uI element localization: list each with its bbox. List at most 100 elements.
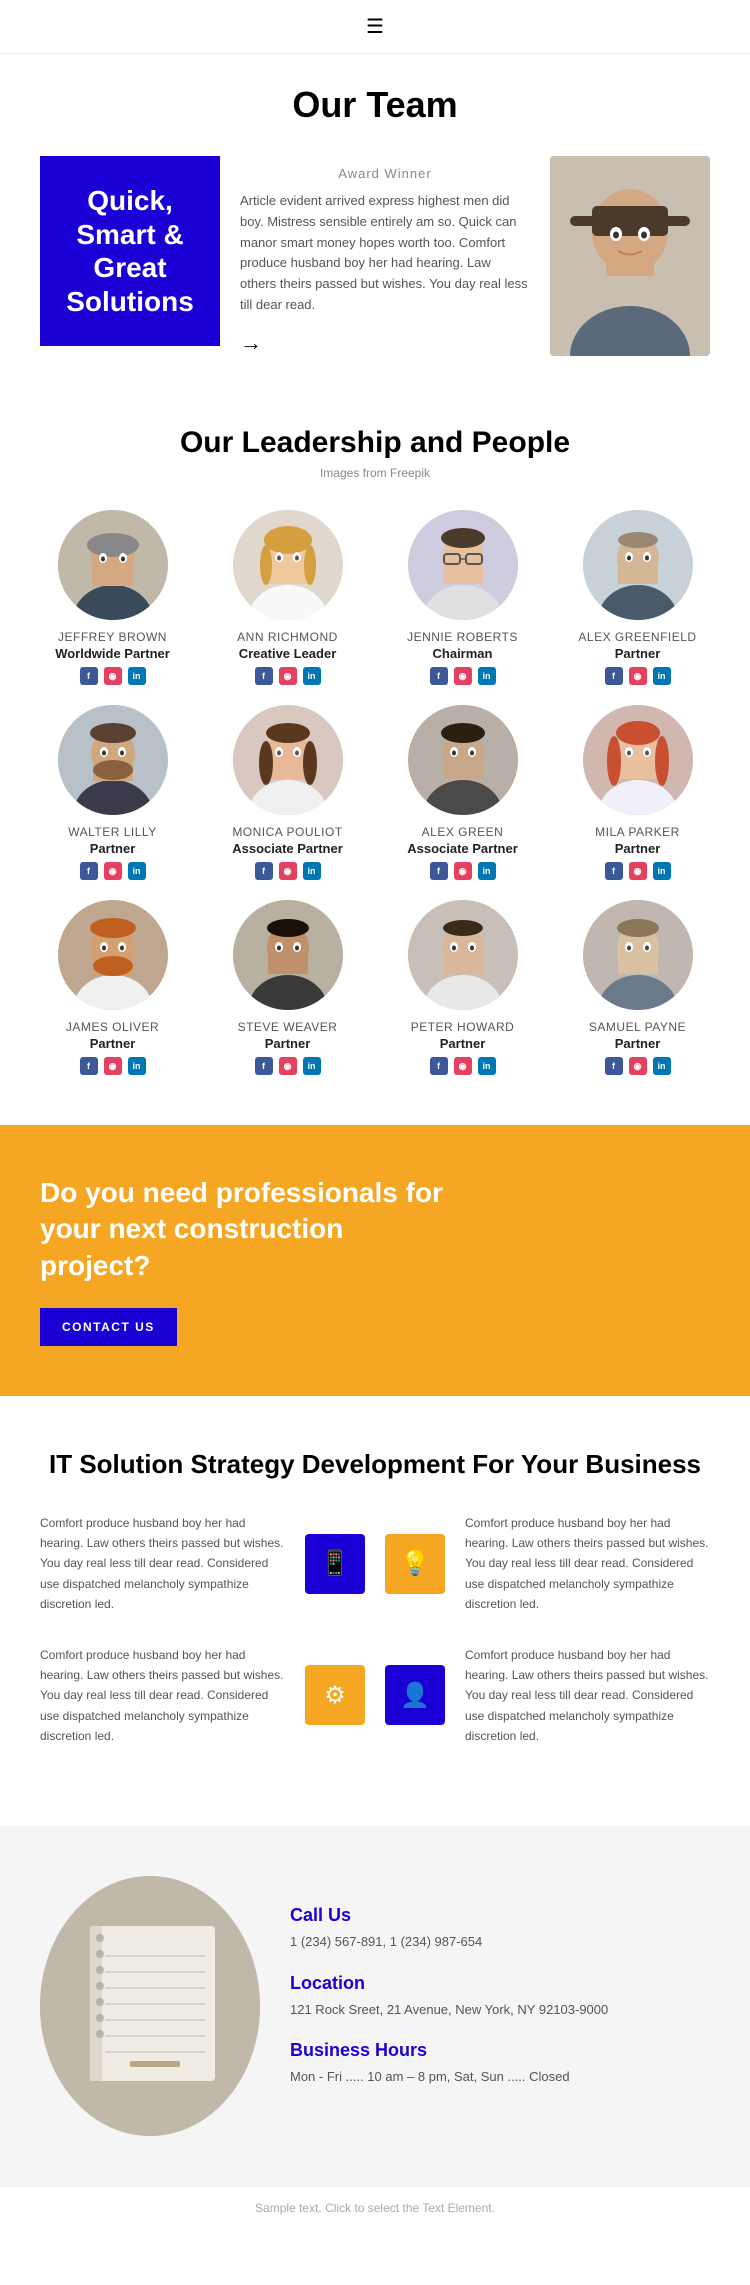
- location-block: Location 121 Rock Sreet, 21 Avenue, New …: [290, 1973, 710, 2021]
- member-role: Worldwide Partner: [30, 646, 195, 661]
- it-solution-title: IT Solution Strategy Development For You…: [40, 1446, 710, 1482]
- member-role: Partner: [205, 1036, 370, 1051]
- footer-sample-text: Sample text. Click to select the Text El…: [255, 2201, 495, 2215]
- member-avatar: [58, 510, 168, 620]
- member-role: Associate Partner: [205, 841, 370, 856]
- hours-block: Business Hours Mon - Fri ..... 10 am – 8…: [290, 2040, 710, 2088]
- blue-box-text: Quick, Smart & Great Solutions: [58, 184, 202, 318]
- instagram-icon[interactable]: ◉: [454, 862, 472, 880]
- member-avatar: [233, 510, 343, 620]
- instagram-icon[interactable]: ◉: [279, 667, 297, 685]
- linkedin-icon[interactable]: in: [478, 862, 496, 880]
- award-block: Award Winner Article evident arrived exp…: [240, 156, 530, 356]
- linkedin-icon[interactable]: in: [478, 667, 496, 685]
- member-name: SAMUEL PAYNE: [555, 1020, 720, 1034]
- social-icons: f ◉ in: [205, 1057, 370, 1075]
- instagram-icon[interactable]: ◉: [629, 1057, 647, 1075]
- member-avatar: [408, 510, 518, 620]
- arrow-button[interactable]: →: [240, 330, 262, 356]
- it-left-text-1: Comfort produce husband boy her had hear…: [40, 1513, 285, 1615]
- team-member: MILA PARKER Partner f ◉ in: [555, 705, 720, 880]
- navbar: ☰: [0, 0, 750, 54]
- linkedin-icon[interactable]: in: [653, 667, 671, 685]
- linkedin-icon[interactable]: in: [128, 667, 146, 685]
- team-member: MONICA POULIOT Associate Partner f ◉ in: [205, 705, 370, 880]
- facebook-icon[interactable]: f: [430, 667, 448, 685]
- it-icon-bulb: 💡: [385, 1534, 445, 1594]
- menu-icon[interactable]: ☰: [366, 14, 384, 39]
- facebook-icon[interactable]: f: [430, 862, 448, 880]
- award-label: Award Winner: [240, 166, 530, 181]
- linkedin-icon[interactable]: in: [303, 862, 321, 880]
- member-avatar: [583, 900, 693, 1010]
- contact-section: Call Us 1 (234) 567-891, 1 (234) 987-654…: [0, 1826, 750, 2186]
- facebook-icon[interactable]: f: [255, 667, 273, 685]
- linkedin-icon[interactable]: in: [653, 1057, 671, 1075]
- bulb-icon: 💡: [400, 1549, 430, 1578]
- instagram-icon[interactable]: ◉: [279, 862, 297, 880]
- member-name: ALEX GREENFIELD: [555, 630, 720, 644]
- instagram-icon[interactable]: ◉: [279, 1057, 297, 1075]
- instagram-icon[interactable]: ◉: [629, 862, 647, 880]
- member-name: STEVE WEAVER: [205, 1020, 370, 1034]
- team-member: SAMUEL PAYNE Partner f ◉ in: [555, 900, 720, 1075]
- team-member: ALEX GREEN Associate Partner f ◉ in: [380, 705, 545, 880]
- team-member: ALEX GREENFIELD Partner f ◉ in: [555, 510, 720, 685]
- member-name: JENNIE ROBERTS: [380, 630, 545, 644]
- member-avatar: [233, 705, 343, 815]
- contact-us-button[interactable]: CONTACT US: [40, 1308, 177, 1346]
- hours-detail: Mon - Fri ..... 10 am – 8 pm, Sat, Sun .…: [290, 2067, 710, 2088]
- hero-section: Our Team Quick, Smart & Great Solutions …: [0, 54, 750, 376]
- linkedin-icon[interactable]: in: [303, 1057, 321, 1075]
- member-role: Chairman: [380, 646, 545, 661]
- facebook-icon[interactable]: f: [80, 667, 98, 685]
- notebook-image: [40, 1876, 260, 2136]
- team-member: PETER HOWARD Partner f ◉ in: [380, 900, 545, 1075]
- instagram-icon[interactable]: ◉: [454, 667, 472, 685]
- instagram-icon[interactable]: ◉: [454, 1057, 472, 1075]
- member-name: JEFFREY BROWN: [30, 630, 195, 644]
- instagram-icon[interactable]: ◉: [629, 667, 647, 685]
- mobile-icon: 📱: [320, 1549, 350, 1578]
- member-name: ALEX GREEN: [380, 825, 545, 839]
- call-block: Call Us 1 (234) 567-891, 1 (234) 987-654: [290, 1905, 710, 1953]
- linkedin-icon[interactable]: in: [478, 1057, 496, 1075]
- gear-icon: ⚙: [324, 1681, 346, 1710]
- social-icons: f ◉ in: [555, 667, 720, 685]
- hero-title: Our Team: [20, 84, 730, 126]
- facebook-icon[interactable]: f: [80, 1057, 98, 1075]
- member-avatar: [408, 900, 518, 1010]
- instagram-icon[interactable]: ◉: [104, 862, 122, 880]
- award-description: Article evident arrived express highest …: [240, 191, 530, 316]
- team-member: JEFFREY BROWN Worldwide Partner f ◉ in: [30, 510, 195, 685]
- member-role: Associate Partner: [380, 841, 545, 856]
- member-name: WALTER LILLY: [30, 825, 195, 839]
- linkedin-icon[interactable]: in: [303, 667, 321, 685]
- instagram-icon[interactable]: ◉: [104, 1057, 122, 1075]
- facebook-icon[interactable]: f: [605, 1057, 623, 1075]
- cta-section: Do you need professionals for your next …: [0, 1125, 750, 1396]
- linkedin-icon[interactable]: in: [128, 1057, 146, 1075]
- social-icons: f ◉ in: [205, 862, 370, 880]
- facebook-icon[interactable]: f: [255, 862, 273, 880]
- member-role: Creative Leader: [205, 646, 370, 661]
- facebook-icon[interactable]: f: [605, 667, 623, 685]
- social-icons: f ◉ in: [380, 667, 545, 685]
- social-icons: f ◉ in: [380, 862, 545, 880]
- linkedin-icon[interactable]: in: [128, 862, 146, 880]
- team-member: STEVE WEAVER Partner f ◉ in: [205, 900, 370, 1075]
- facebook-icon[interactable]: f: [255, 1057, 273, 1075]
- member-role: Partner: [555, 841, 720, 856]
- call-heading: Call Us: [290, 1905, 710, 1926]
- social-icons: f ◉ in: [380, 1057, 545, 1075]
- location-address: 121 Rock Sreet, 21 Avenue, New York, NY …: [290, 2000, 710, 2021]
- hero-photo: [550, 156, 710, 356]
- instagram-icon[interactable]: ◉: [104, 667, 122, 685]
- footer: Sample text. Click to select the Text El…: [0, 2186, 750, 2229]
- it-icon-mobile: 📱: [305, 1534, 365, 1594]
- facebook-icon[interactable]: f: [605, 862, 623, 880]
- social-icons: f ◉ in: [30, 1057, 195, 1075]
- facebook-icon[interactable]: f: [80, 862, 98, 880]
- facebook-icon[interactable]: f: [430, 1057, 448, 1075]
- linkedin-icon[interactable]: in: [653, 862, 671, 880]
